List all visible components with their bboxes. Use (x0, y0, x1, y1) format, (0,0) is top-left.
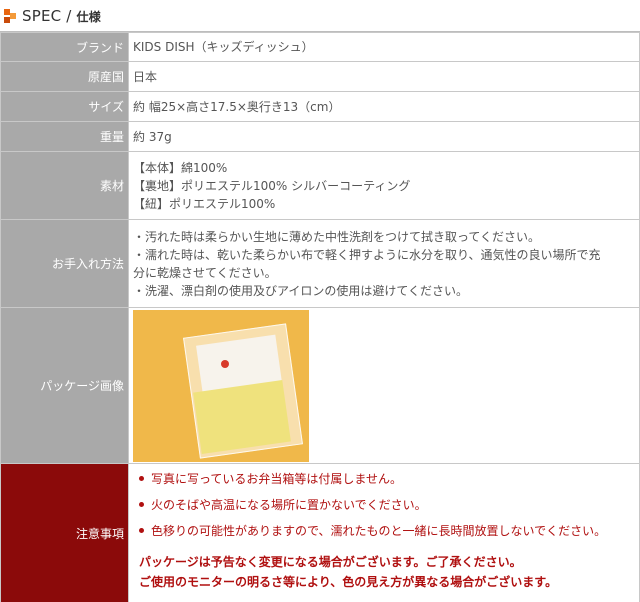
label-package: パッケージ画像 (0, 307, 129, 464)
value-weight: 約 37g (128, 121, 640, 152)
section-title: SPEC / 仕様 (22, 7, 101, 25)
caution-item: 写真に写っているお弁当箱等は付属しません。 (139, 466, 635, 492)
logo-dot-icon (221, 359, 229, 368)
section-title-main: SPEC (22, 6, 62, 25)
row-weight: 重量 約 37g (0, 121, 640, 152)
row-care: お手入れ方法 ・汚れた時は柔らかい生地に薄めた中性洗剤をつけて拭き取ってください… (0, 219, 640, 308)
label-material: 素材 (0, 151, 129, 220)
package-image (133, 309, 309, 462)
row-package: パッケージ画像 (0, 307, 640, 464)
label-origin: 原産国 (0, 61, 129, 92)
caution-notice: パッケージは予告なく変更になる場合がございます。ご了承ください。 ご使用のモニタ… (133, 544, 635, 592)
spec-table: ブランド KIDS DISH（キッズディッシュ） 原産国 日本 サイズ 約 幅2… (0, 32, 640, 602)
value-brand: KIDS DISH（キッズディッシュ） (128, 32, 640, 62)
value-package (128, 307, 640, 464)
row-caution: 注意事項 写真に写っているお弁当箱等は付属しません。 火のそばや高温になる場所に… (0, 463, 640, 602)
label-size: サイズ (0, 91, 129, 122)
section-title-separator: / (61, 6, 77, 25)
section-title-sub: 仕様 (76, 9, 101, 24)
label-care: お手入れ方法 (0, 219, 129, 308)
value-material: 【本体】綿100% 【裏地】ポリエステル100% シルバーコーティング 【紐】ポ… (128, 151, 640, 220)
caution-item: 火のそばや高温になる場所に置かないでください。 (139, 492, 635, 518)
care-line: ・洗濯、漂白剤の使用及びアイロンの使用は避けてください。 (133, 283, 469, 298)
label-brand: ブランド (0, 32, 129, 62)
material-line: 【本体】綿100% (133, 160, 228, 175)
care-line: ・濡れた時は、乾いた柔らかい布で軽く押すように水分を取り、通気性の良い場所で充 (133, 247, 601, 262)
row-material: 素材 【本体】綿100% 【裏地】ポリエステル100% シルバーコーティング 【… (0, 151, 640, 220)
orange-squares-icon (4, 8, 18, 24)
caution-list: 写真に写っているお弁当箱等は付属しません。 火のそばや高温になる場所に置かないで… (133, 464, 635, 544)
care-line: ・汚れた時は柔らかい生地に薄めた中性洗剤をつけて拭き取ってください。 (133, 229, 541, 244)
caution-item: 色移りの可能性がありますので、濡れたものと一緒に長時間放置しないでください。 (139, 518, 635, 544)
row-brand: ブランド KIDS DISH（キッズディッシュ） (0, 32, 640, 62)
care-line: 分に乾燥させてください。 (133, 265, 277, 280)
row-origin: 原産国 日本 (0, 61, 640, 92)
label-caution: 注意事項 (0, 463, 129, 602)
notice-line: パッケージは予告なく変更になる場合がございます。ご了承ください。 (139, 555, 522, 569)
row-size: サイズ 約 幅25×高さ17.5×奥行き13（cm） (0, 91, 640, 122)
label-weight: 重量 (0, 121, 129, 152)
value-origin: 日本 (128, 61, 640, 92)
spec-header: SPEC / 仕様 (0, 0, 640, 32)
value-size: 約 幅25×高さ17.5×奥行き13（cm） (128, 91, 640, 122)
material-line: 【紐】ポリエステル100% (133, 196, 276, 211)
notice-line: ご使用のモニターの明るさ等により、色の見え方が異なる場合がございます。 (139, 575, 558, 589)
value-caution: 写真に写っているお弁当箱等は付属しません。 火のそばや高温になる場所に置かないで… (128, 463, 640, 602)
material-line: 【裏地】ポリエステル100% シルバーコーティング (133, 178, 411, 193)
value-care: ・汚れた時は柔らかい生地に薄めた中性洗剤をつけて拭き取ってください。 ・濡れた時… (128, 219, 640, 308)
